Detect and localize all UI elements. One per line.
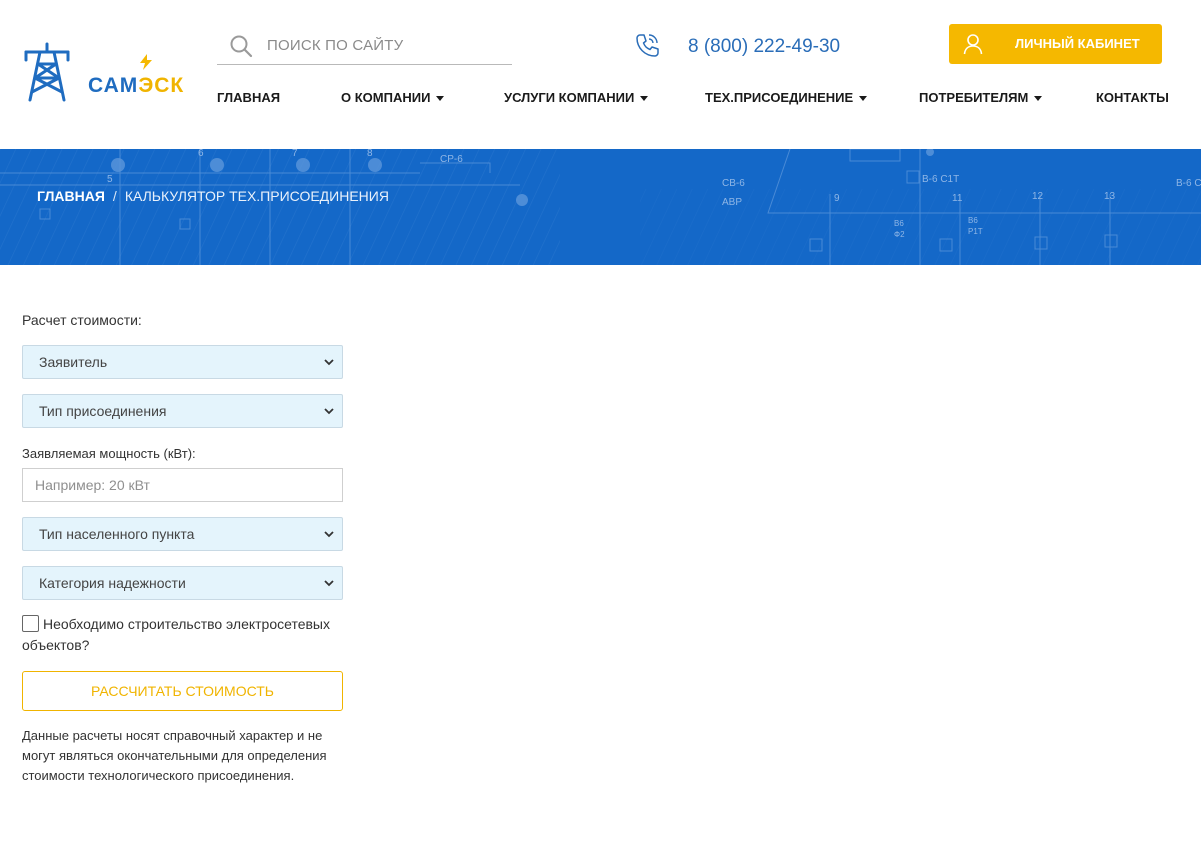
power-label: Заявляемая мощность (кВт):	[22, 446, 196, 461]
site-header: САМЭСК 8 (800) 222-49-30 ЛИЧНЫЙ КАБИНЕТ …	[0, 0, 1201, 149]
banner-label: СР-6	[440, 154, 463, 165]
search-icon[interactable]	[229, 34, 253, 58]
form-title: Расчет стоимости:	[22, 312, 142, 328]
logo-text-part1: САМ	[88, 74, 139, 97]
logo-text-part2: ЭСК	[138, 74, 185, 97]
banner-label: В6	[894, 219, 904, 228]
nav-item-contacts[interactable]: КОНТАКТЫ	[1096, 90, 1169, 105]
logo-text: САМЭСК	[88, 74, 184, 98]
main-navigation: ГЛАВНАЯ О КОМПАНИИ УСЛУГИ КОМПАНИИ ТЕХ.П…	[217, 90, 1169, 108]
nav-item-about[interactable]: О КОМПАНИИ	[341, 90, 445, 105]
banner-label: 5	[107, 174, 113, 185]
connection-type-select-value: Тип присоединения	[39, 403, 167, 419]
nav-item-tech-connection-label: ТЕХ.ПРИСОЕДИНЕНИЕ	[705, 90, 854, 105]
chevron-down-icon	[324, 531, 334, 538]
chevron-down-icon	[1034, 96, 1043, 102]
breadcrumb-separator: /	[112, 188, 117, 204]
construction-checkbox-label: Необходимо строительство электросетевых …	[22, 616, 330, 653]
banner-label: 7	[292, 149, 298, 159]
phone-icon	[636, 34, 659, 57]
lightning-icon	[140, 54, 152, 70]
banner-label: СВ-6	[722, 178, 745, 189]
banner-label: 12	[1032, 191, 1044, 202]
chevron-down-icon	[859, 96, 868, 102]
nav-item-home[interactable]: ГЛАВНАЯ	[217, 90, 280, 105]
chevron-down-icon	[324, 408, 334, 415]
nav-item-services-label: УСЛУГИ КОМПАНИИ	[504, 90, 635, 105]
electrical-schematic-background: СР-6 СВ-6 АВР В-6 С1Т В-6 С 5 6 7 8 9 11…	[0, 149, 1201, 265]
applicant-select-value: Заявитель	[39, 354, 108, 370]
banner-label: 6	[198, 149, 204, 159]
reliability-category-select[interactable]: Категория надежности	[22, 566, 343, 600]
breadcrumb: ГЛАВНАЯ / КАЛЬКУЛЯТОР ТЕХ.ПРИСОЕДИНЕНИЯ	[37, 188, 389, 204]
logo[interactable]: САМЭСК	[22, 42, 192, 104]
search-input[interactable]	[267, 32, 507, 58]
page-banner: СР-6 СВ-6 АВР В-6 С1Т В-6 С 5 6 7 8 9 11…	[0, 149, 1201, 265]
applicant-select[interactable]: Заявитель	[22, 345, 343, 379]
nav-item-services[interactable]: УСЛУГИ КОМПАНИИ	[504, 90, 649, 105]
banner-label: 13	[1104, 191, 1116, 202]
personal-account-label: ЛИЧНЫЙ КАБИНЕТ	[1015, 36, 1140, 51]
chevron-down-icon	[324, 359, 334, 366]
banner-label: 8	[367, 149, 373, 159]
calculate-cost-button[interactable]: РАССЧИТАТЬ СТОИМОСТЬ	[22, 671, 343, 711]
personal-account-button[interactable]: ЛИЧНЫЙ КАБИНЕТ	[949, 24, 1162, 64]
search-bar	[217, 26, 512, 65]
connection-type-select[interactable]: Тип присоединения	[22, 394, 343, 428]
banner-label: 11	[952, 193, 963, 204]
settlement-type-select-value: Тип населенного пункта	[39, 526, 195, 542]
user-icon	[963, 34, 983, 55]
nav-item-contacts-label: КОНТАКТЫ	[1096, 90, 1169, 105]
breadcrumb-current: КАЛЬКУЛЯТОР ТЕХ.ПРИСОЕДИНЕНИЯ	[124, 188, 389, 204]
banner-label: АВР	[722, 197, 742, 208]
disclaimer-note: Данные расчеты носят справочный характер…	[22, 728, 327, 783]
breadcrumb-home-link[interactable]: ГЛАВНАЯ	[37, 188, 105, 204]
banner-label: В-6 С1Т	[922, 174, 959, 185]
banner-label: В6	[968, 216, 978, 225]
nav-item-consumers[interactable]: ПОТРЕБИТЕЛЯМ	[919, 90, 1043, 105]
power-input[interactable]	[22, 468, 343, 502]
nav-item-consumers-label: ПОТРЕБИТЕЛЯМ	[919, 90, 1029, 105]
nav-item-about-label: О КОМПАНИИ	[341, 90, 431, 105]
phone-number-link[interactable]: 8 (800) 222-49-30	[688, 36, 840, 58]
chevron-down-icon	[436, 96, 445, 102]
banner-label: В-6 С	[1176, 178, 1201, 189]
chevron-down-icon	[640, 96, 649, 102]
settlement-type-select[interactable]: Тип населенного пункта	[22, 517, 343, 551]
banner-label: Ф2	[894, 230, 905, 239]
chevron-down-icon	[324, 580, 334, 587]
reliability-category-select-value: Категория надежности	[39, 575, 186, 591]
nav-item-home-label: ГЛАВНАЯ	[217, 90, 281, 105]
nav-item-tech-connection[interactable]: ТЕХ.ПРИСОЕДИНЕНИЕ	[705, 90, 868, 105]
power-tower-icon	[24, 42, 70, 102]
banner-label: Р1Т	[968, 227, 983, 236]
banner-label: 9	[834, 193, 840, 204]
